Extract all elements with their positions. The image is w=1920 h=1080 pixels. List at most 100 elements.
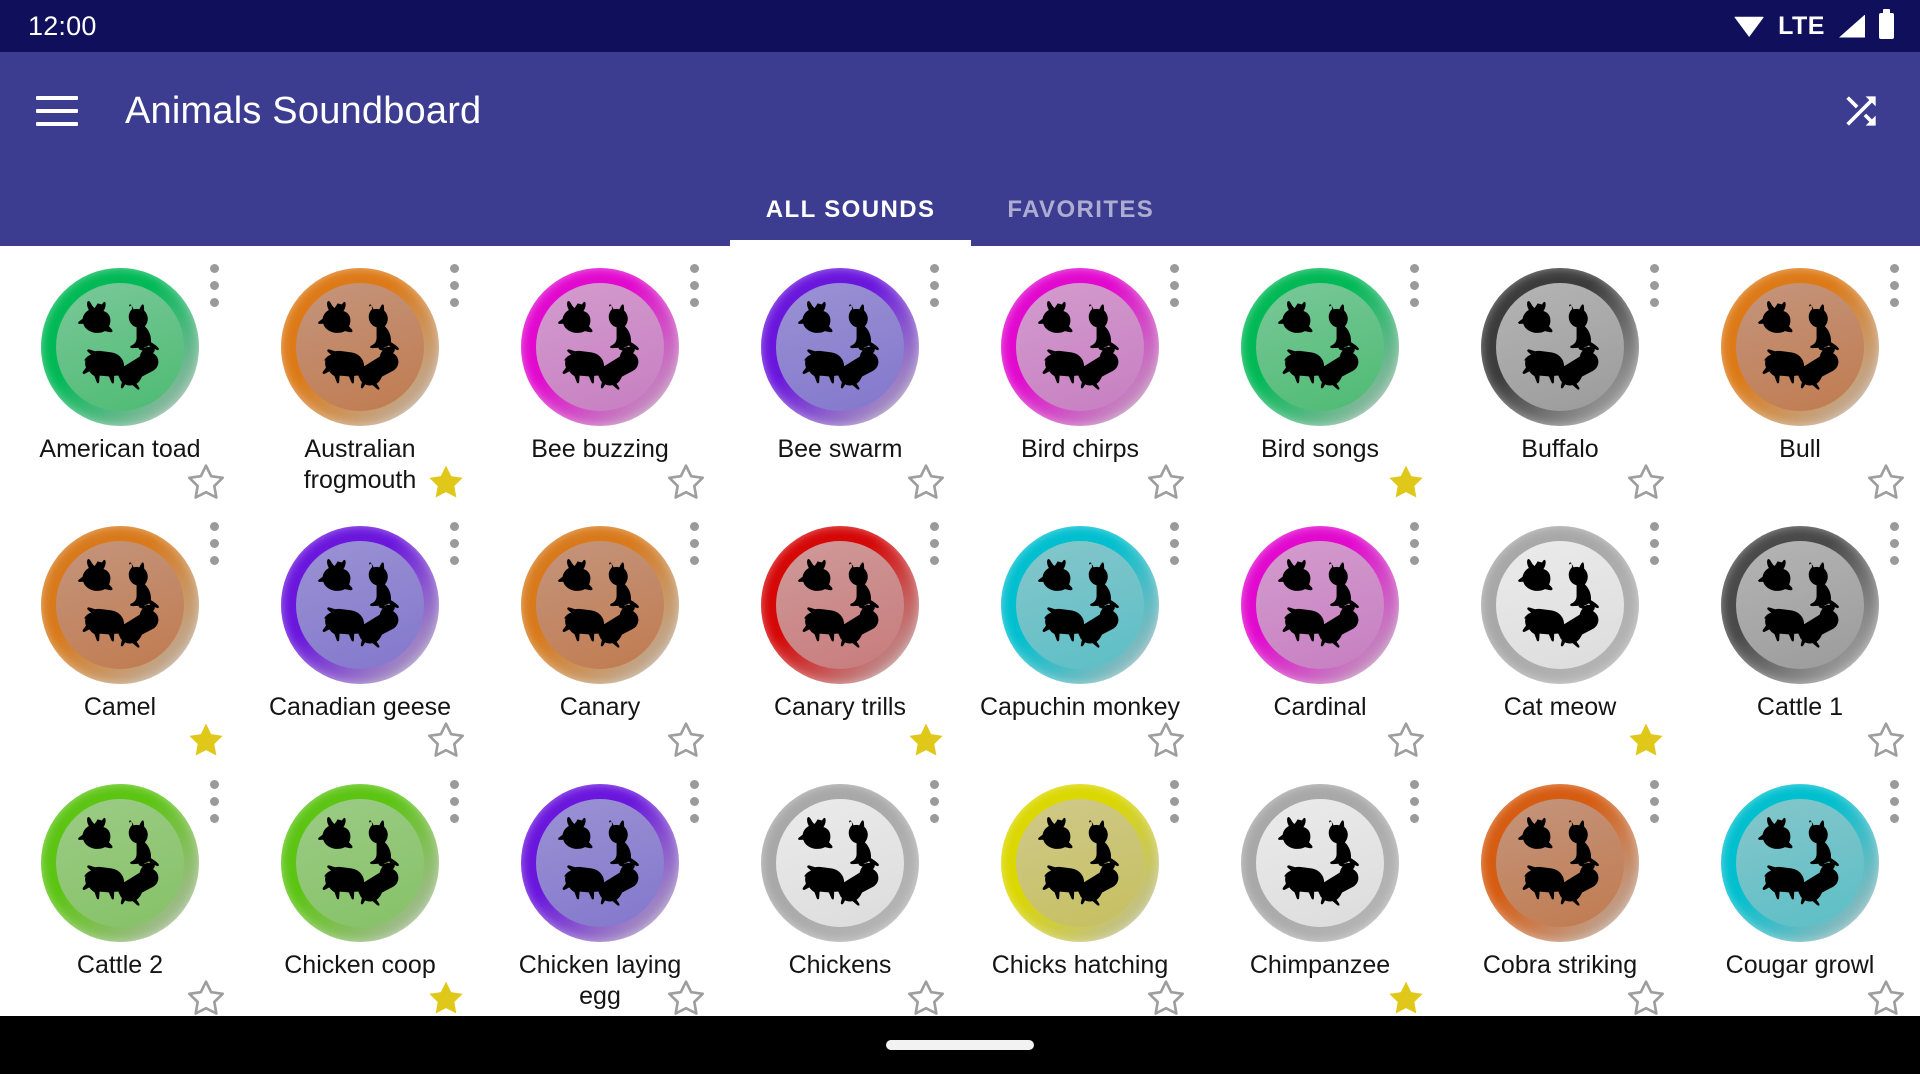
animal-silhouettes-badge-icon[interactable] [1001,268,1159,426]
sound-tile[interactable]: Chimpanzee [1200,766,1440,1024]
more-options-kebab-icon[interactable] [929,264,939,307]
sound-tile[interactable]: American toad [0,250,240,508]
more-options-kebab-icon[interactable] [1889,780,1899,823]
star-outline-icon[interactable] [1866,462,1906,502]
animal-silhouettes-badge-icon[interactable] [521,784,679,942]
animal-silhouettes-badge-icon[interactable] [1241,268,1399,426]
animal-silhouettes-badge-icon[interactable] [41,268,199,426]
more-options-kebab-icon[interactable] [689,780,699,823]
sound-tile-artwork[interactable] [740,268,940,426]
more-options-kebab-icon[interactable] [1649,522,1659,565]
more-options-kebab-icon[interactable] [1409,264,1419,307]
more-options-kebab-icon[interactable] [449,264,459,307]
sound-tile[interactable]: Camel [0,508,240,766]
sound-tile[interactable]: Bird chirps [960,250,1200,508]
sound-tile[interactable]: Buffalo [1440,250,1680,508]
more-options-kebab-icon[interactable] [209,780,219,823]
more-options-kebab-icon[interactable] [1169,264,1179,307]
animal-silhouettes-badge-icon[interactable] [761,526,919,684]
more-options-kebab-icon[interactable] [1169,522,1179,565]
shuffle-icon[interactable] [1836,86,1886,136]
animal-silhouettes-badge-icon[interactable] [761,784,919,942]
sound-tile[interactable]: Chicken laying egg [480,766,720,1024]
star-outline-icon[interactable] [1626,978,1666,1018]
sound-tile-artwork[interactable] [1700,526,1900,684]
more-options-kebab-icon[interactable] [689,522,699,565]
sound-tile[interactable]: Bull [1680,250,1920,508]
sound-grid-container[interactable]: American toad Australian frogmouth Bee b… [0,246,1920,1074]
star-outline-icon[interactable] [1146,462,1186,502]
star-outline-icon[interactable] [426,720,466,760]
star-filled-icon[interactable] [906,720,946,760]
sound-tile[interactable]: Bee buzzing [480,250,720,508]
more-options-kebab-icon[interactable] [1649,264,1659,307]
animal-silhouettes-badge-icon[interactable] [41,784,199,942]
more-options-kebab-icon[interactable] [1169,780,1179,823]
sound-tile-artwork[interactable] [1700,784,1900,942]
sound-tile-artwork[interactable] [1220,784,1420,942]
more-options-kebab-icon[interactable] [1409,522,1419,565]
home-gesture-pill[interactable] [886,1040,1034,1050]
sound-tile-artwork[interactable] [20,268,220,426]
sound-tile-artwork[interactable] [1220,526,1420,684]
animal-silhouettes-badge-icon[interactable] [281,268,439,426]
sound-tile-artwork[interactable] [20,784,220,942]
sound-tile-artwork[interactable] [740,526,940,684]
sound-tile[interactable]: Chickens [720,766,960,1024]
more-options-kebab-icon[interactable] [449,780,459,823]
star-filled-icon[interactable] [426,978,466,1018]
more-options-kebab-icon[interactable] [1889,522,1899,565]
star-filled-icon[interactable] [1626,720,1666,760]
star-outline-icon[interactable] [666,978,706,1018]
sound-tile[interactable]: Cattle 2 [0,766,240,1024]
star-filled-icon[interactable] [1386,462,1426,502]
more-options-kebab-icon[interactable] [1649,780,1659,823]
sound-tile[interactable]: Capuchin monkey [960,508,1200,766]
sound-tile-artwork[interactable] [20,526,220,684]
sound-tile[interactable]: Australian frogmouth [240,250,480,508]
star-outline-icon[interactable] [186,462,226,502]
sound-tile[interactable]: Cougar growl [1680,766,1920,1024]
animal-silhouettes-badge-icon[interactable] [1721,526,1879,684]
tab-all-sounds[interactable]: ALL SOUNDS [729,196,972,246]
animal-silhouettes-badge-icon[interactable] [1481,784,1639,942]
star-outline-icon[interactable] [666,462,706,502]
star-outline-icon[interactable] [1866,978,1906,1018]
star-outline-icon[interactable] [666,720,706,760]
more-options-kebab-icon[interactable] [1409,780,1419,823]
sound-tile[interactable]: Canary trills [720,508,960,766]
more-options-kebab-icon[interactable] [449,522,459,565]
sound-tile[interactable]: Chicks hatching [960,766,1200,1024]
sound-tile-artwork[interactable] [980,784,1180,942]
star-outline-icon[interactable] [1626,462,1666,502]
sound-tile-artwork[interactable] [1460,784,1660,942]
sound-tile-artwork[interactable] [1220,268,1420,426]
more-options-kebab-icon[interactable] [209,264,219,307]
star-outline-icon[interactable] [1386,720,1426,760]
sound-tile-artwork[interactable] [500,526,700,684]
sound-tile[interactable]: Bee swarm [720,250,960,508]
sound-tile-artwork[interactable] [1700,268,1900,426]
sound-tile-artwork[interactable] [260,268,460,426]
star-outline-icon[interactable] [906,978,946,1018]
sound-tile-artwork[interactable] [260,526,460,684]
animal-silhouettes-badge-icon[interactable] [1001,526,1159,684]
sound-tile[interactable]: Cardinal [1200,508,1440,766]
more-options-kebab-icon[interactable] [1889,264,1899,307]
star-filled-icon[interactable] [1386,978,1426,1018]
sound-tile[interactable]: Bird songs [1200,250,1440,508]
sound-tile[interactable]: Canadian geese [240,508,480,766]
sound-tile[interactable]: Chicken coop [240,766,480,1024]
animal-silhouettes-badge-icon[interactable] [1481,526,1639,684]
star-outline-icon[interactable] [906,462,946,502]
animal-silhouettes-badge-icon[interactable] [521,526,679,684]
animal-silhouettes-badge-icon[interactable] [1241,526,1399,684]
star-outline-icon[interactable] [1866,720,1906,760]
more-options-kebab-icon[interactable] [929,780,939,823]
animal-silhouettes-badge-icon[interactable] [1481,268,1639,426]
sound-tile-artwork[interactable] [740,784,940,942]
animal-silhouettes-badge-icon[interactable] [281,526,439,684]
sound-tile[interactable]: Canary [480,508,720,766]
animal-silhouettes-badge-icon[interactable] [1001,784,1159,942]
hamburger-menu-icon[interactable] [36,96,78,126]
